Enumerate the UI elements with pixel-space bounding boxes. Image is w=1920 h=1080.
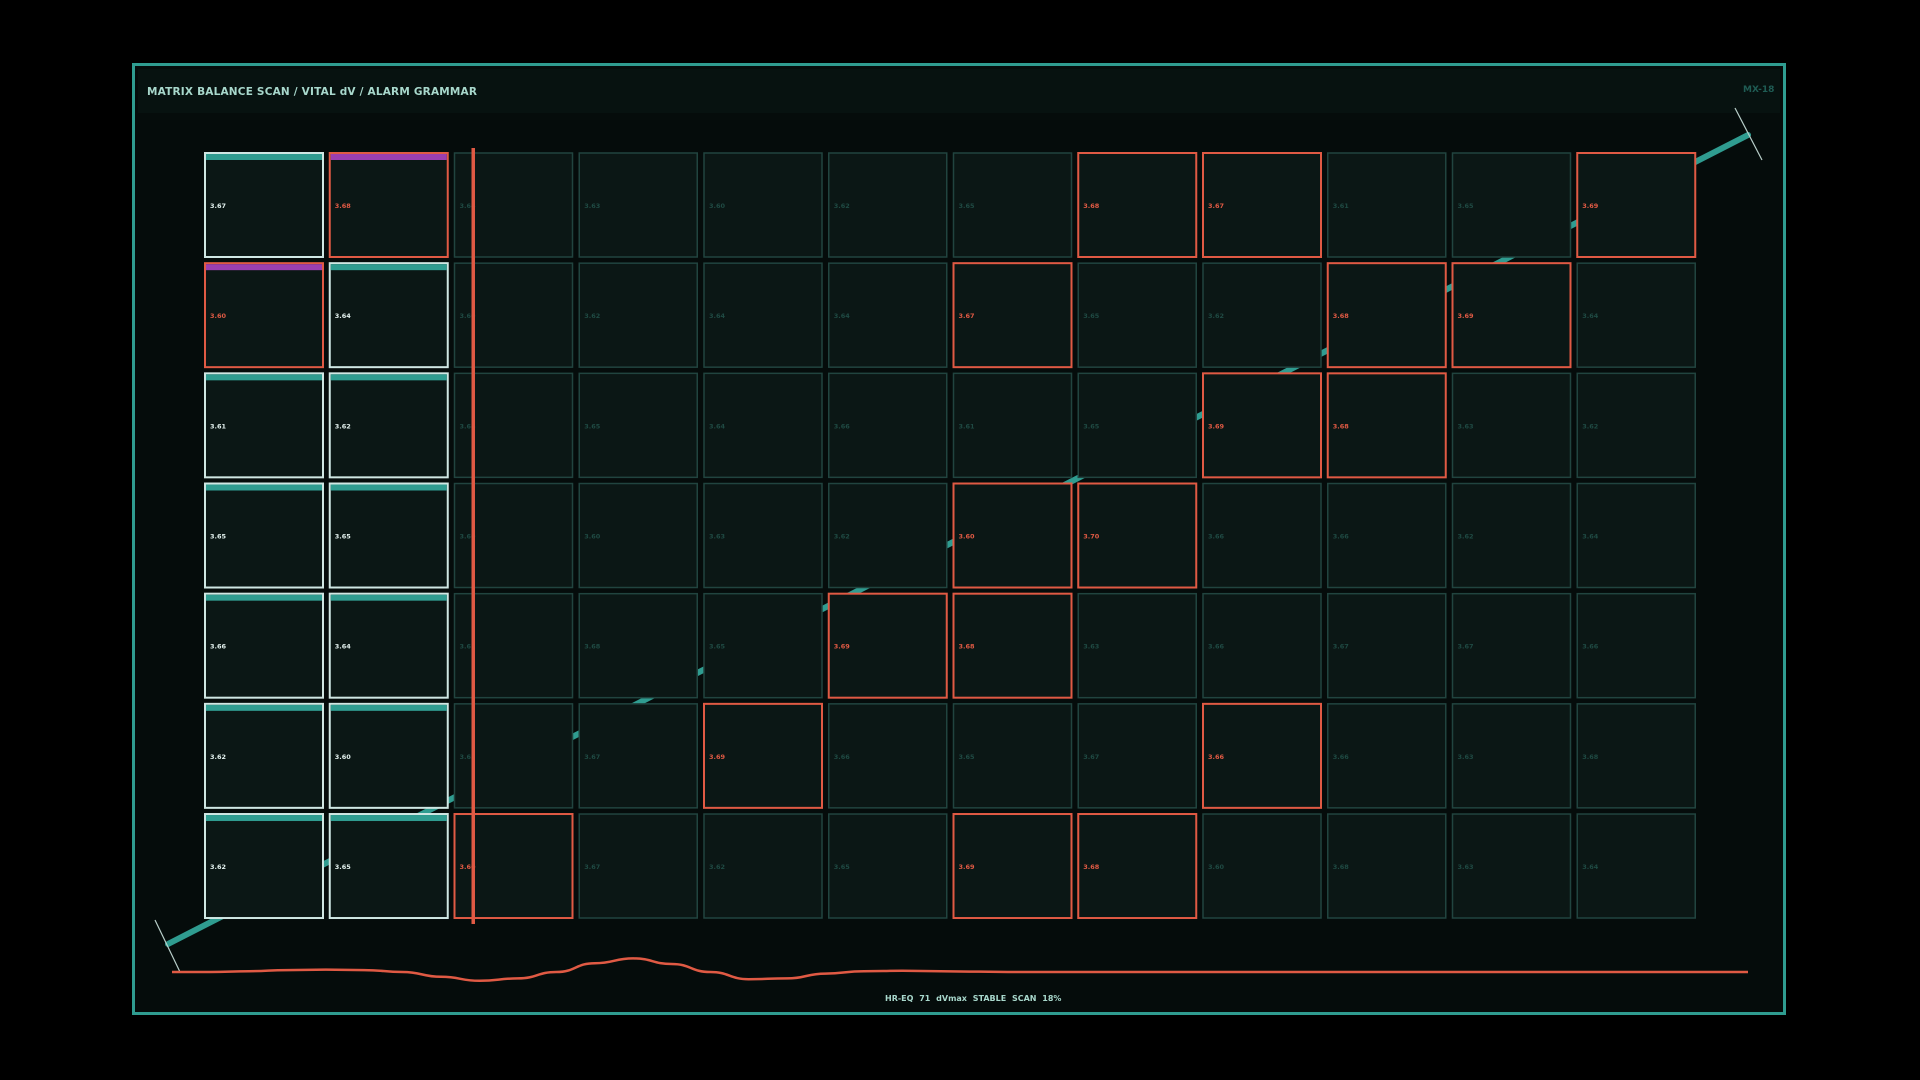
cell-value: 3.63 [1458,422,1474,430]
cell-value: 3.66 [1333,753,1350,761]
cell-value: 3.67 [1333,643,1349,651]
cell-value: 3.67 [584,863,600,871]
cell-value: 3.62 [1582,422,1598,430]
cell-value: 3.64 [1582,312,1599,320]
cell-value: 3.67 [1458,643,1474,651]
cell-value: 3.64 [335,643,352,651]
cell-value: 3.63 [1083,643,1099,651]
cell-value: 3.65 [1083,422,1100,430]
cell-value: 3.65 [709,643,726,651]
cell-value: 3.60 [584,533,601,541]
cell-value: 3.67 [1208,202,1224,210]
cell-value: 3.66 [1582,643,1599,651]
cell-value: 3.68 [1333,312,1350,320]
cell-value: 3.70 [1083,533,1100,541]
cell-value: 3.62 [210,863,226,871]
cell-value: 3.66 [1208,533,1225,541]
cell-scan-bar [330,815,447,822]
cell-value: 3.65 [959,202,976,210]
cell-scan-bar [330,484,447,491]
cell-scan-bar [330,264,447,271]
cell-value: 3.65 [210,533,227,541]
cell-value: 3.66 [834,753,851,761]
cell-value: 3.66 [1208,643,1225,651]
cell-value: 3.62 [335,422,351,430]
cell-scan-bar [330,374,447,381]
cell-scan-bar [206,484,322,491]
cell-value: 3.62 [1208,312,1224,320]
cell-value: 3.65 [335,863,352,871]
cell-value: 3.65 [1458,202,1475,210]
cell-value: 3.69 [1582,202,1599,210]
cell-value: 3.61 [210,422,227,430]
cell-value: 3.64 [335,312,352,320]
cell-value: 3.62 [834,533,850,541]
cell-value: 3.63 [709,533,725,541]
cell-value: 3.68 [584,643,601,651]
cell-value: 3.69 [959,863,976,871]
cell-value: 3.65 [335,533,352,541]
cell-value: 3.69 [709,753,726,761]
cell-value: 3.62 [709,863,725,871]
cell-value: 3.68 [335,202,352,210]
cell-value: 3.68 [1333,422,1350,430]
cell-value: 3.61 [959,422,976,430]
cell-value: 3.66 [1208,753,1225,761]
cell-scan-bar [206,815,322,822]
cell-value: 3.60 [335,753,352,761]
cell-value: 3.63 [584,202,600,210]
cell-value: 3.65 [959,753,976,761]
cell-value: 3.68 [959,643,976,651]
cell-value: 3.68 [1582,753,1599,761]
cell-value: 3.68 [1333,863,1350,871]
cell-value: 3.64 [834,312,851,320]
cell-value: 3.67 [1083,753,1099,761]
cell-value: 3.68 [1083,202,1100,210]
cell-value: 3.63 [1458,863,1474,871]
cell-value: 3.66 [210,643,227,651]
cell-value: 3.60 [709,202,726,210]
cell-value: 3.65 [834,863,851,871]
cell-value: 3.66 [1333,533,1350,541]
vital-waveform [172,957,1748,983]
cell-value: 3.62 [584,312,600,320]
cell-scan-bar [206,594,322,601]
cell-value: 3.65 [584,422,601,430]
cell-value: 3.67 [584,753,600,761]
trace-end-tick [1734,107,1763,161]
trace-end-tick [154,919,181,973]
cell-value: 3.60 [210,312,227,320]
cell-scan-bar [206,374,322,381]
cell-value: 3.69 [1458,312,1475,320]
cell-value: 3.64 [709,422,726,430]
cell-value: 3.60 [1208,863,1225,871]
matrix-visualization: 3.67 3.68 3.64 3.63 3.60 3.62 3.65 3.68 3.67 3.61… [154,107,1763,983]
cell-value: 3.66 [834,422,851,430]
cell-value: 3.64 [709,312,726,320]
cell-value: 3.67 [210,202,226,210]
cell-flag-bar [206,264,322,271]
cell-value: 3.62 [210,753,226,761]
cell-value: 3.63 [1458,753,1474,761]
cell-value: 3.64 [1582,533,1599,541]
cell-value: 3.67 [959,312,975,320]
cell-flag-bar [330,154,447,160]
cell-value: 3.65 [1083,312,1100,320]
cell-value: 3.69 [834,643,851,651]
cell-value: 3.68 [1083,863,1100,871]
cell-value: 3.62 [1458,533,1474,541]
cell-value: 3.64 [1582,863,1599,871]
cell-value: 3.62 [834,202,850,210]
status-readout: HR-EQ 71 dVmax STABLE SCAN 18% [885,994,1062,1003]
cell-scan-bar [330,704,447,711]
cell-value: 3.61 [1333,202,1350,210]
cell-value: 3.69 [1208,422,1225,430]
cell-scan-bar [330,594,447,601]
cell-scan-bar [206,154,322,160]
cell-value: 3.60 [959,533,976,541]
cell-scan-bar [206,704,322,711]
